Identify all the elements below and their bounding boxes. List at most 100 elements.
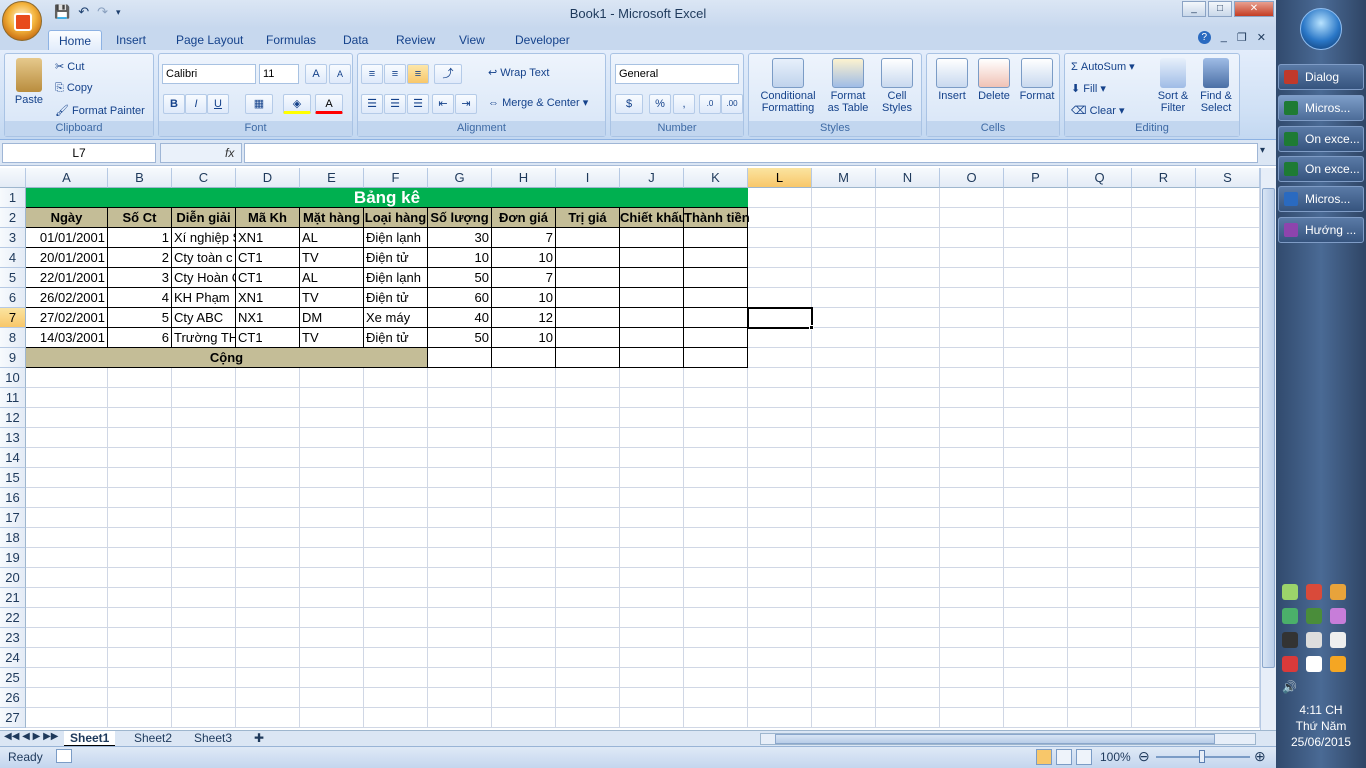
row-header-16[interactable]: 16 xyxy=(0,488,26,508)
grid-cell[interactable] xyxy=(684,468,748,488)
table-cell[interactable]: Điện tử xyxy=(364,288,428,308)
grid-cell[interactable] xyxy=(940,288,1004,308)
font-size-combo[interactable]: 11 xyxy=(259,64,299,84)
grid-cell[interactable] xyxy=(812,208,876,228)
grid-cell[interactable] xyxy=(1132,648,1196,668)
grid-cell[interactable] xyxy=(684,648,748,668)
grid-cell[interactable] xyxy=(1132,308,1196,328)
close-button[interactable]: ✕ xyxy=(1234,1,1274,17)
grid-cell[interactable] xyxy=(812,228,876,248)
grid-cell[interactable] xyxy=(748,528,812,548)
grid-cell[interactable] xyxy=(748,648,812,668)
grid-cell[interactable] xyxy=(1004,608,1068,628)
grid-cell[interactable] xyxy=(876,408,940,428)
grid-cell[interactable] xyxy=(1132,528,1196,548)
grid-cell[interactable] xyxy=(620,668,684,688)
total-cell[interactable] xyxy=(428,348,492,368)
grid-cell[interactable] xyxy=(428,668,492,688)
cut-button[interactable]: ✂ Cut xyxy=(55,60,84,73)
column-header-p[interactable]: P xyxy=(1004,168,1068,188)
grid-cell[interactable] xyxy=(1004,388,1068,408)
grid-cell[interactable] xyxy=(492,468,556,488)
grid-cell[interactable] xyxy=(428,408,492,428)
wb-close-icon[interactable]: ✕ xyxy=(1257,31,1266,44)
grid-cell[interactable] xyxy=(620,548,684,568)
grid-cell[interactable] xyxy=(172,688,236,708)
grid-cell[interactable] xyxy=(812,248,876,268)
scroll-thumb[interactable] xyxy=(1262,188,1275,668)
grid-cell[interactable] xyxy=(876,208,940,228)
grid-cell[interactable] xyxy=(812,528,876,548)
table-cell[interactable] xyxy=(620,308,684,328)
table-cell[interactable] xyxy=(684,328,748,348)
row-header-7[interactable]: 7 xyxy=(0,308,26,328)
tab-data[interactable]: Data xyxy=(333,30,378,50)
maximize-button[interactable]: □ xyxy=(1208,1,1232,17)
grid-cell[interactable] xyxy=(556,588,620,608)
grid-cell[interactable] xyxy=(1196,288,1260,308)
grid-cell[interactable] xyxy=(556,648,620,668)
grid-cell[interactable] xyxy=(1068,368,1132,388)
grid-cell[interactable] xyxy=(492,428,556,448)
grid-cell[interactable] xyxy=(236,608,300,628)
grid-cell[interactable] xyxy=(492,408,556,428)
grid-cell[interactable] xyxy=(1068,428,1132,448)
grid-cell[interactable] xyxy=(1196,488,1260,508)
grid-cell[interactable] xyxy=(300,368,364,388)
grid-cell[interactable] xyxy=(812,328,876,348)
copy-button[interactable]: ⎘ Copy xyxy=(55,82,93,95)
grid-cell[interactable] xyxy=(684,368,748,388)
grid-cell[interactable] xyxy=(812,388,876,408)
table-title[interactable]: Bảng kê xyxy=(26,188,748,208)
grid-cell[interactable] xyxy=(556,448,620,468)
grid-cell[interactable] xyxy=(108,688,172,708)
grid-cell[interactable] xyxy=(556,528,620,548)
grid-cell[interactable] xyxy=(876,508,940,528)
grid-cell[interactable] xyxy=(556,688,620,708)
table-cell[interactable]: Cty ABC xyxy=(172,308,236,328)
orientation-icon[interactable]: ⤴ xyxy=(434,64,462,84)
system-clock[interactable]: 4:11 CH Thứ Năm 25/06/2015 xyxy=(1276,702,1366,750)
grid-cell[interactable] xyxy=(428,568,492,588)
grid-cell[interactable] xyxy=(364,388,428,408)
grid-cell[interactable] xyxy=(940,528,1004,548)
grid-cell[interactable] xyxy=(556,548,620,568)
grid-cell[interactable] xyxy=(812,648,876,668)
row-header-18[interactable]: 18 xyxy=(0,528,26,548)
grid-cell[interactable] xyxy=(1004,548,1068,568)
column-header-q[interactable]: Q xyxy=(1068,168,1132,188)
grid-cell[interactable] xyxy=(26,388,108,408)
grid-cell[interactable] xyxy=(1068,288,1132,308)
grid-cell[interactable] xyxy=(364,448,428,468)
column-header-o[interactable]: O xyxy=(940,168,1004,188)
grid-cell[interactable] xyxy=(492,648,556,668)
comma-button[interactable]: , xyxy=(673,94,695,114)
grid-cell[interactable] xyxy=(236,548,300,568)
grid-cell[interactable] xyxy=(1004,448,1068,468)
grid-cell[interactable] xyxy=(364,408,428,428)
grid-cell[interactable] xyxy=(492,708,556,728)
table-cell[interactable]: 26/02/2001 xyxy=(26,288,108,308)
column-label[interactable]: Ngày xyxy=(26,208,108,228)
grid-cell[interactable] xyxy=(236,668,300,688)
grid-cell[interactable] xyxy=(172,368,236,388)
grid-cell[interactable] xyxy=(620,528,684,548)
grid-cell[interactable] xyxy=(364,368,428,388)
grid-cell[interactable] xyxy=(1196,308,1260,328)
grid-cell[interactable] xyxy=(236,368,300,388)
grid-cell[interactable] xyxy=(876,308,940,328)
grid-cell[interactable] xyxy=(300,628,364,648)
tray-icon[interactable] xyxy=(1330,584,1346,600)
grid-cell[interactable] xyxy=(940,328,1004,348)
format-as-table-button[interactable]: Format as Table xyxy=(823,58,873,114)
grid-cell[interactable] xyxy=(812,708,876,728)
grid-cell[interactable] xyxy=(492,508,556,528)
grid-cell[interactable] xyxy=(172,628,236,648)
grid-cell[interactable] xyxy=(364,428,428,448)
grid-cell[interactable] xyxy=(172,468,236,488)
grid-cell[interactable] xyxy=(236,588,300,608)
grid-cell[interactable] xyxy=(748,668,812,688)
row-header-10[interactable]: 10 xyxy=(0,368,26,388)
grid-cell[interactable] xyxy=(940,488,1004,508)
grid-cell[interactable] xyxy=(1132,448,1196,468)
